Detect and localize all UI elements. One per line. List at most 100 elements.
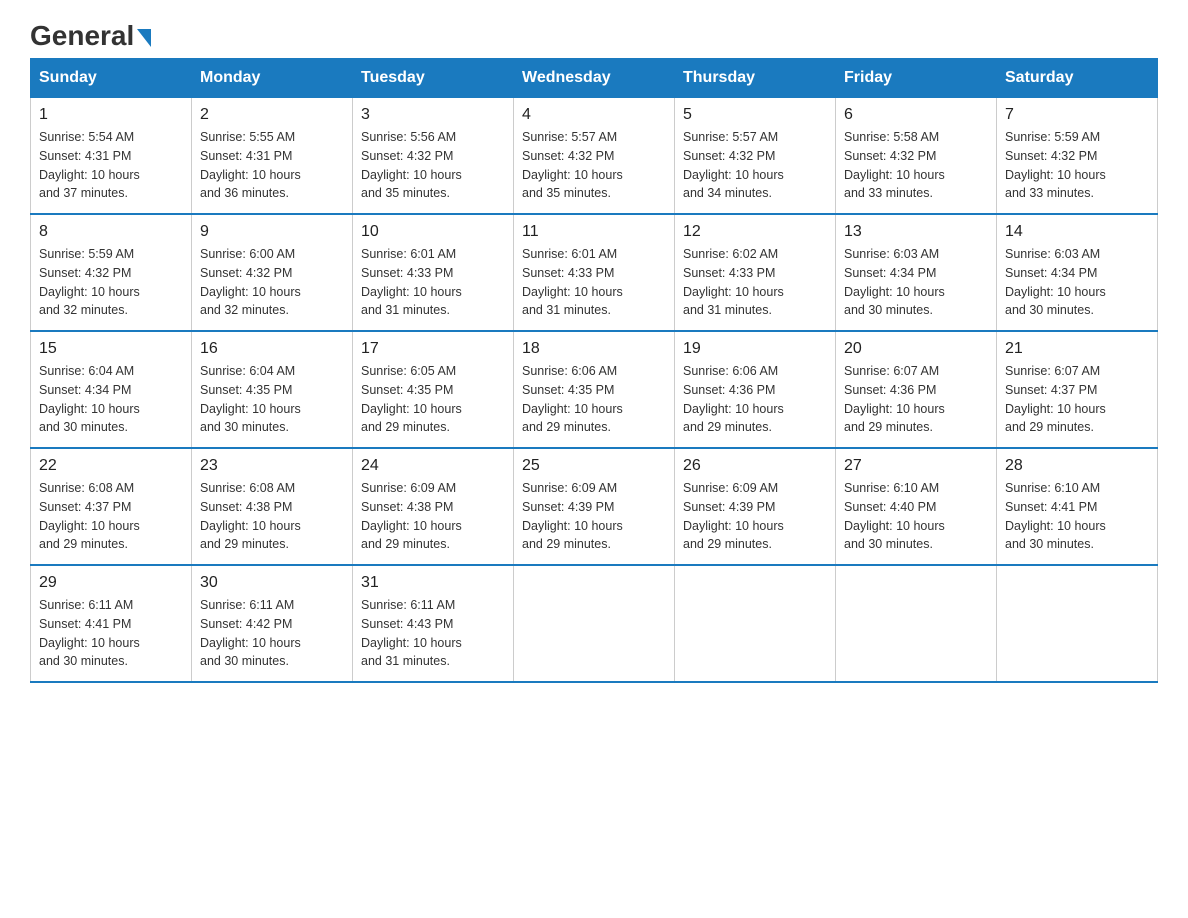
calendar-week-row: 8 Sunrise: 5:59 AMSunset: 4:32 PMDayligh… [31,214,1158,331]
day-info: Sunrise: 6:06 AMSunset: 4:35 PMDaylight:… [522,362,666,437]
day-info: Sunrise: 6:09 AMSunset: 4:39 PMDaylight:… [522,479,666,554]
day-number: 16 [200,340,344,358]
day-info: Sunrise: 5:59 AMSunset: 4:32 PMDaylight:… [39,245,183,320]
day-info: Sunrise: 6:10 AMSunset: 4:41 PMDaylight:… [1005,479,1149,554]
calendar-day-cell: 26 Sunrise: 6:09 AMSunset: 4:39 PMDaylig… [675,448,836,565]
day-info: Sunrise: 5:58 AMSunset: 4:32 PMDaylight:… [844,128,988,203]
calendar-day-cell [514,565,675,682]
calendar-day-cell: 21 Sunrise: 6:07 AMSunset: 4:37 PMDaylig… [997,331,1158,448]
day-info: Sunrise: 6:09 AMSunset: 4:39 PMDaylight:… [683,479,827,554]
day-info: Sunrise: 6:04 AMSunset: 4:34 PMDaylight:… [39,362,183,437]
calendar-day-cell: 9 Sunrise: 6:00 AMSunset: 4:32 PMDayligh… [192,214,353,331]
calendar-day-cell: 14 Sunrise: 6:03 AMSunset: 4:34 PMDaylig… [997,214,1158,331]
calendar-day-cell: 30 Sunrise: 6:11 AMSunset: 4:42 PMDaylig… [192,565,353,682]
weekday-header-thursday: Thursday [675,59,836,98]
calendar-day-cell: 24 Sunrise: 6:09 AMSunset: 4:38 PMDaylig… [353,448,514,565]
day-number: 17 [361,340,505,358]
weekday-header-friday: Friday [836,59,997,98]
day-number: 19 [683,340,827,358]
calendar-day-cell: 18 Sunrise: 6:06 AMSunset: 4:35 PMDaylig… [514,331,675,448]
day-info: Sunrise: 6:05 AMSunset: 4:35 PMDaylight:… [361,362,505,437]
day-info: Sunrise: 6:03 AMSunset: 4:34 PMDaylight:… [844,245,988,320]
day-number: 6 [844,106,988,124]
day-number: 28 [1005,457,1149,475]
day-number: 12 [683,223,827,241]
calendar-day-cell: 28 Sunrise: 6:10 AMSunset: 4:41 PMDaylig… [997,448,1158,565]
calendar-day-cell [836,565,997,682]
day-number: 31 [361,574,505,592]
day-number: 8 [39,223,183,241]
day-number: 22 [39,457,183,475]
day-info: Sunrise: 5:57 AMSunset: 4:32 PMDaylight:… [522,128,666,203]
day-number: 7 [1005,106,1149,124]
day-info: Sunrise: 6:00 AMSunset: 4:32 PMDaylight:… [200,245,344,320]
day-number: 30 [200,574,344,592]
calendar-week-row: 22 Sunrise: 6:08 AMSunset: 4:37 PMDaylig… [31,448,1158,565]
calendar-day-cell: 29 Sunrise: 6:11 AMSunset: 4:41 PMDaylig… [31,565,192,682]
day-number: 4 [522,106,666,124]
calendar-day-cell: 11 Sunrise: 6:01 AMSunset: 4:33 PMDaylig… [514,214,675,331]
calendar-day-cell: 1 Sunrise: 5:54 AMSunset: 4:31 PMDayligh… [31,98,192,215]
day-info: Sunrise: 6:11 AMSunset: 4:42 PMDaylight:… [200,596,344,671]
day-number: 26 [683,457,827,475]
day-info: Sunrise: 5:57 AMSunset: 4:32 PMDaylight:… [683,128,827,203]
calendar-table: SundayMondayTuesdayWednesdayThursdayFrid… [30,58,1158,683]
day-info: Sunrise: 6:02 AMSunset: 4:33 PMDaylight:… [683,245,827,320]
calendar-day-cell: 31 Sunrise: 6:11 AMSunset: 4:43 PMDaylig… [353,565,514,682]
day-info: Sunrise: 5:59 AMSunset: 4:32 PMDaylight:… [1005,128,1149,203]
page-header: General [30,20,1158,48]
calendar-day-cell: 22 Sunrise: 6:08 AMSunset: 4:37 PMDaylig… [31,448,192,565]
calendar-day-cell: 4 Sunrise: 5:57 AMSunset: 4:32 PMDayligh… [514,98,675,215]
day-info: Sunrise: 6:09 AMSunset: 4:38 PMDaylight:… [361,479,505,554]
calendar-day-cell: 10 Sunrise: 6:01 AMSunset: 4:33 PMDaylig… [353,214,514,331]
day-number: 29 [39,574,183,592]
day-number: 14 [1005,223,1149,241]
logo: General [30,20,151,48]
weekday-header-monday: Monday [192,59,353,98]
weekday-header-wednesday: Wednesday [514,59,675,98]
calendar-day-cell: 6 Sunrise: 5:58 AMSunset: 4:32 PMDayligh… [836,98,997,215]
day-number: 13 [844,223,988,241]
day-number: 21 [1005,340,1149,358]
weekday-header-saturday: Saturday [997,59,1158,98]
day-info: Sunrise: 6:08 AMSunset: 4:38 PMDaylight:… [200,479,344,554]
calendar-day-cell: 16 Sunrise: 6:04 AMSunset: 4:35 PMDaylig… [192,331,353,448]
logo-text: General [30,20,151,52]
calendar-day-cell: 20 Sunrise: 6:07 AMSunset: 4:36 PMDaylig… [836,331,997,448]
calendar-day-cell: 25 Sunrise: 6:09 AMSunset: 4:39 PMDaylig… [514,448,675,565]
calendar-day-cell: 7 Sunrise: 5:59 AMSunset: 4:32 PMDayligh… [997,98,1158,215]
day-number: 15 [39,340,183,358]
calendar-week-row: 15 Sunrise: 6:04 AMSunset: 4:34 PMDaylig… [31,331,1158,448]
day-number: 23 [200,457,344,475]
calendar-day-cell: 19 Sunrise: 6:06 AMSunset: 4:36 PMDaylig… [675,331,836,448]
day-number: 1 [39,106,183,124]
day-number: 11 [522,223,666,241]
day-number: 24 [361,457,505,475]
calendar-day-cell [997,565,1158,682]
day-info: Sunrise: 6:11 AMSunset: 4:43 PMDaylight:… [361,596,505,671]
day-number: 27 [844,457,988,475]
day-number: 3 [361,106,505,124]
calendar-day-cell: 23 Sunrise: 6:08 AMSunset: 4:38 PMDaylig… [192,448,353,565]
weekday-header-row: SundayMondayTuesdayWednesdayThursdayFrid… [31,59,1158,98]
day-number: 18 [522,340,666,358]
calendar-week-row: 1 Sunrise: 5:54 AMSunset: 4:31 PMDayligh… [31,98,1158,215]
calendar-day-cell: 27 Sunrise: 6:10 AMSunset: 4:40 PMDaylig… [836,448,997,565]
calendar-day-cell [675,565,836,682]
day-info: Sunrise: 6:04 AMSunset: 4:35 PMDaylight:… [200,362,344,437]
calendar-day-cell: 2 Sunrise: 5:55 AMSunset: 4:31 PMDayligh… [192,98,353,215]
day-info: Sunrise: 5:54 AMSunset: 4:31 PMDaylight:… [39,128,183,203]
day-number: 20 [844,340,988,358]
day-info: Sunrise: 6:01 AMSunset: 4:33 PMDaylight:… [361,245,505,320]
day-info: Sunrise: 6:03 AMSunset: 4:34 PMDaylight:… [1005,245,1149,320]
day-number: 5 [683,106,827,124]
calendar-day-cell: 8 Sunrise: 5:59 AMSunset: 4:32 PMDayligh… [31,214,192,331]
calendar-day-cell: 12 Sunrise: 6:02 AMSunset: 4:33 PMDaylig… [675,214,836,331]
day-info: Sunrise: 6:08 AMSunset: 4:37 PMDaylight:… [39,479,183,554]
day-number: 10 [361,223,505,241]
day-info: Sunrise: 5:56 AMSunset: 4:32 PMDaylight:… [361,128,505,203]
day-info: Sunrise: 6:07 AMSunset: 4:36 PMDaylight:… [844,362,988,437]
calendar-day-cell: 15 Sunrise: 6:04 AMSunset: 4:34 PMDaylig… [31,331,192,448]
day-number: 25 [522,457,666,475]
weekday-header-sunday: Sunday [31,59,192,98]
